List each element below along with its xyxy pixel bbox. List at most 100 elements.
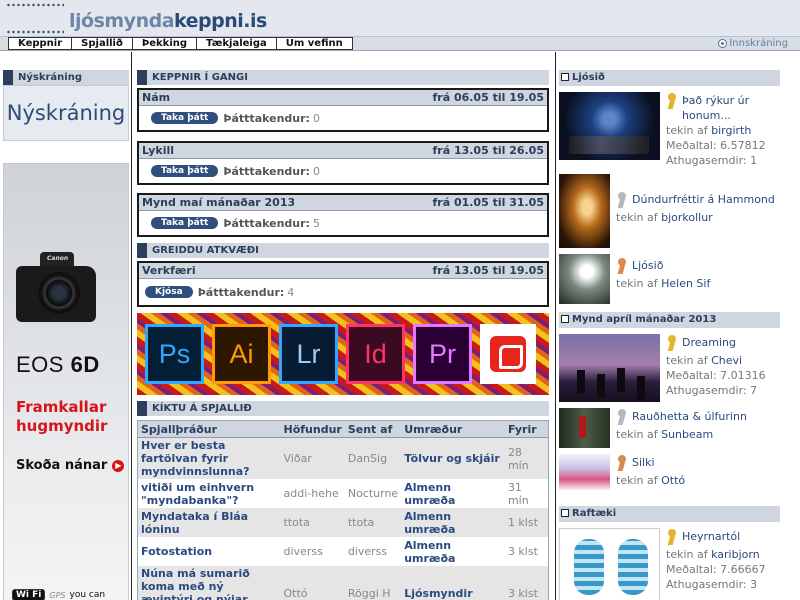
photo-title[interactable]: Dúndurfréttir á Hammond bbox=[632, 192, 775, 207]
forum-category[interactable]: Ljósmyndir bbox=[401, 566, 505, 600]
forum-category[interactable]: Almenn umræða bbox=[401, 479, 505, 508]
signup-big-label: Nýskráning bbox=[6, 101, 126, 125]
square-icon bbox=[561, 509, 569, 517]
photo-by: tekin af birgirth bbox=[666, 123, 780, 138]
photo-thumbnail[interactable] bbox=[559, 454, 610, 490]
signup-box[interactable]: Nýskráning bbox=[3, 85, 129, 141]
photo-by-label: tekin af bbox=[616, 428, 658, 441]
participants-count: 5 bbox=[312, 216, 320, 230]
adobe-ad-banner[interactable]: Ps Ai Lr Id Pr bbox=[137, 313, 549, 395]
photo-thumbnail[interactable] bbox=[559, 408, 610, 448]
creative-cloud-glyph bbox=[490, 336, 526, 372]
signup-section-title: Nýskráning bbox=[3, 70, 129, 85]
forum-header-row: Spjallþráður Höfundur Sent af Umræður Fy… bbox=[137, 420, 549, 438]
site-logo[interactable]: ljósmyndakeppni.is bbox=[69, 10, 267, 32]
photo-author[interactable]: karibjorn bbox=[711, 548, 760, 561]
photo-by-label: tekin af bbox=[616, 277, 658, 290]
col-header-author: Höfundur bbox=[280, 420, 345, 438]
take-part-button[interactable]: Taka þátt bbox=[151, 165, 219, 177]
contest-name[interactable]: Mynd maí mánaðar 2013 bbox=[142, 195, 295, 210]
table-row: vitiði um einhvern "myndabanka"? addi-he… bbox=[138, 479, 549, 508]
photo-item: Heyrnartól tekin af karibjorn Meðaltal: … bbox=[559, 528, 780, 600]
vote-row: Kjósa Þátttakendur: 4 bbox=[139, 279, 547, 305]
table-row: Fotostation diverss diverss Almenn umræð… bbox=[138, 537, 549, 566]
vote-name[interactable]: Verkfæri bbox=[142, 263, 196, 278]
col-header-ago: Fyrir bbox=[504, 420, 549, 438]
lightroom-icon: Lr bbox=[279, 324, 338, 384]
photo-title-row: Silki bbox=[616, 455, 685, 473]
participants-count: 0 bbox=[312, 111, 320, 125]
photo-by-label: tekin af bbox=[616, 474, 658, 487]
forum-category[interactable]: Almenn umræða bbox=[401, 537, 505, 566]
photo-comments-value: 1 bbox=[750, 154, 758, 167]
bronze-ribbon-icon bbox=[616, 455, 628, 473]
forum-category[interactable]: Tölvur og skjáir bbox=[401, 437, 505, 479]
login-link[interactable]: Innskráning bbox=[718, 38, 788, 49]
column-divider bbox=[555, 52, 556, 600]
nav-spjallid[interactable]: Spjallið bbox=[71, 37, 133, 50]
nav-thekking[interactable]: Þekking bbox=[131, 37, 198, 50]
camera-lens bbox=[38, 272, 80, 314]
contest-name[interactable]: Nám bbox=[142, 90, 170, 105]
forum-author: Viðar bbox=[280, 437, 345, 479]
forum-sent-by: DanSig bbox=[344, 437, 402, 479]
nav-um-vefinn[interactable]: Um vefinn bbox=[275, 37, 353, 50]
take-part-button[interactable]: Taka þátt bbox=[151, 112, 219, 124]
participants-count: 4 bbox=[287, 285, 295, 299]
creative-cloud-icon bbox=[480, 324, 536, 384]
gps-badge: GPS bbox=[49, 590, 66, 600]
vote-section-title: Greiddu atkvæði bbox=[137, 243, 549, 258]
photo-author[interactable]: bjorkollur bbox=[661, 211, 713, 224]
photo-section: Raftæki bbox=[559, 506, 780, 522]
photo-comments-value: 3 bbox=[750, 578, 758, 591]
photo-item: Dúndurfréttir á Hammond tekin af bjorkol… bbox=[559, 174, 780, 248]
logo-part2: keppni.is bbox=[174, 10, 267, 32]
forum-ago: 28 mín bbox=[504, 437, 549, 479]
forum-category[interactable]: Almenn umræða bbox=[401, 508, 505, 537]
nav-keppnir[interactable]: Keppnir bbox=[8, 37, 73, 50]
photo-comments: Athugasemdir: 3 bbox=[666, 577, 766, 592]
photo-author[interactable]: birgirth bbox=[711, 124, 751, 137]
contest-row: Taka þátt Þátttakendur: 5 bbox=[139, 211, 547, 235]
contest-header: Nám frá 06.05 til 19.05 bbox=[139, 90, 547, 106]
contests-section-title: Keppnir í gangi bbox=[137, 70, 549, 85]
participants-count: 0 bbox=[312, 164, 320, 178]
photo-title[interactable]: Það rýkur úr honum... bbox=[682, 93, 780, 123]
vote-button[interactable]: Kjósa bbox=[145, 286, 193, 298]
forum-topic[interactable]: vitiði um einhvern "myndabanka"? bbox=[138, 479, 281, 508]
ad-more-link[interactable]: Skoða nánar ▶ bbox=[16, 458, 125, 473]
vote-section: Greiddu atkvæði Verkfæri frá 13.05 til 1… bbox=[137, 243, 549, 307]
forum-sent-by: ttota bbox=[344, 508, 402, 537]
photo-title[interactable]: Ljósið bbox=[632, 258, 663, 273]
nav-taekjaleiga[interactable]: Tækjaleiga bbox=[196, 37, 277, 50]
photo-author[interactable]: Ottó bbox=[661, 474, 685, 487]
forum-topic[interactable]: Núna má sumarið koma með ný ævintýri og … bbox=[137, 566, 281, 600]
square-icon bbox=[561, 315, 569, 323]
contest-name[interactable]: Lykill bbox=[142, 143, 174, 158]
forum-topic[interactable]: Fotostation bbox=[138, 537, 281, 566]
photo-author[interactable]: Chevi bbox=[711, 354, 742, 367]
photo-thumbnail[interactable] bbox=[559, 254, 610, 304]
photo-thumbnail[interactable] bbox=[559, 174, 610, 248]
ad-more-label: Skoða nánar bbox=[16, 458, 108, 473]
photo-thumbnail[interactable] bbox=[559, 334, 660, 402]
photo-author[interactable]: Helen Sif bbox=[661, 277, 710, 290]
photo-by: tekin af karibjorn bbox=[666, 547, 766, 562]
logo-part1: ljósmynda bbox=[69, 10, 175, 32]
indesign-icon: Id bbox=[346, 324, 405, 384]
photo-thumbnail[interactable] bbox=[559, 528, 660, 600]
photo-author[interactable]: Sunbeam bbox=[661, 428, 713, 441]
photo-thumbnail[interactable] bbox=[559, 92, 660, 160]
photo-title[interactable]: Rauðhetta & úlfurinn bbox=[632, 409, 747, 424]
photo-info: Dúndurfréttir á Hammond tekin af bjorkol… bbox=[610, 174, 775, 248]
photo-title[interactable]: Silki bbox=[632, 455, 655, 470]
canon-ad-banner[interactable]: Canon EOS 6D Framkallar hugmyndir Skoða … bbox=[3, 163, 129, 600]
photo-title[interactable]: Heyrnartól bbox=[682, 529, 740, 544]
column-divider bbox=[131, 52, 132, 600]
photo-info: Silki tekin af Ottó bbox=[610, 454, 685, 490]
take-part-button[interactable]: Taka þátt bbox=[151, 217, 219, 229]
photo-title[interactable]: Dreaming bbox=[682, 335, 736, 350]
forum-topic[interactable]: Myndataka í Bláa lóninu bbox=[137, 508, 281, 537]
photo-section-title: Ljósið bbox=[559, 70, 780, 86]
forum-topic[interactable]: Hver er besta fartölvan fyrir myndvinnsl… bbox=[137, 437, 281, 479]
